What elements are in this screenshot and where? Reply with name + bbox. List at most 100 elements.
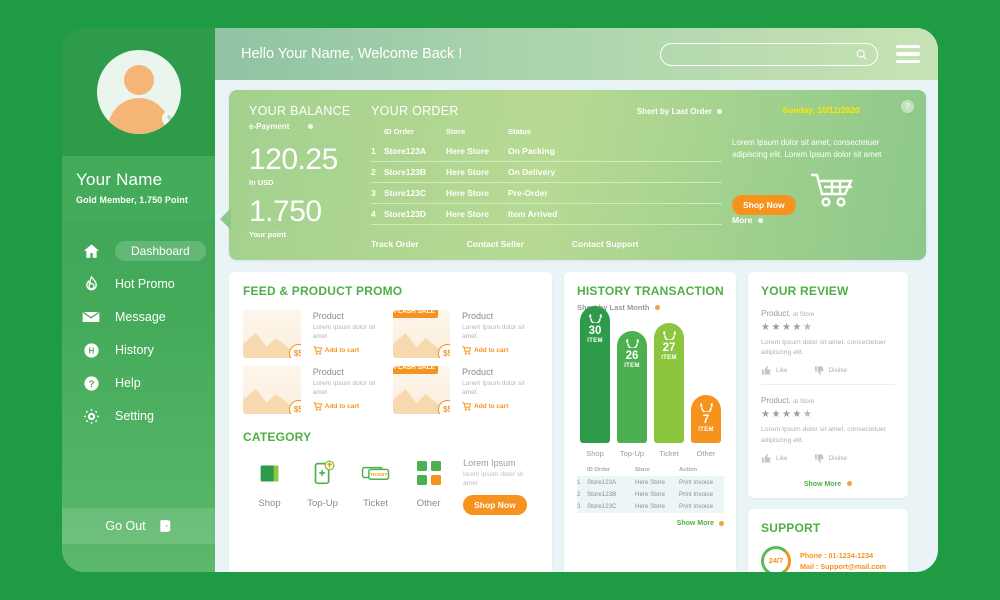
chevron-down-icon[interactable] (847, 480, 853, 486)
history-show-more-button[interactable]: Show More (577, 520, 724, 527)
question-mark-icon[interactable]: ? (901, 100, 914, 113)
category-item-shop[interactable]: Shop (243, 456, 296, 509)
balance-title: YOUR BALANCE (249, 104, 351, 118)
review-product-name: Product, (761, 396, 791, 406)
table-row[interactable]: 3 Store123C Here Store Pre-Order (371, 182, 722, 204)
hamburger-menu-button[interactable] (896, 41, 920, 67)
print-invoice-link[interactable]: Print Invoice (679, 500, 724, 513)
table-row[interactable]: 3 Store123C Here Store Print Invoice (577, 500, 724, 513)
greeting-text: Hello Your Name, Welcome Back ! (241, 46, 463, 62)
sidebar-item-dashboard[interactable]: Dashboard (62, 235, 215, 267)
logout-button[interactable]: Go Out (62, 508, 215, 544)
star-icon[interactable]: ★ (761, 322, 771, 333)
category-item-other[interactable]: Other (402, 456, 455, 509)
table-row[interactable]: 4 Store123D Here Store Item Arrived (371, 203, 722, 225)
support-availability-badge: 24/7 (761, 545, 791, 572)
list-item[interactable]: FLASH SALE $5 Product Lorem Ipsum dolor … (393, 310, 535, 358)
promo-date: Sunday, 10/12/2020 (782, 105, 860, 115)
review-show-more-button[interactable]: Show More (761, 480, 895, 488)
print-invoice-link[interactable]: Print Invoice (679, 476, 724, 489)
product-desc: Lorem Ipsum dolor sit amet. (462, 324, 525, 341)
chevron-down-icon[interactable] (719, 520, 724, 526)
orders-col-store: Store (446, 127, 466, 136)
table-row[interactable]: 2 Store123B Here Store On Delivery (371, 161, 722, 183)
sidebar-item-setting[interactable]: Setting (62, 400, 215, 432)
review-store-name: at Store (793, 399, 815, 406)
star-icon[interactable]: ★ (782, 322, 792, 333)
table-row[interactable]: 1 Store123A Here Store On Packing (371, 141, 722, 162)
order-column: YOUR ORDER Short by Last Order ID Order … (367, 104, 722, 260)
history-transaction-card: HISTORY TRANSACTION Short by Last Month (564, 272, 736, 572)
avatar-edit-icon[interactable]: ✎ (161, 110, 179, 127)
star-icon[interactable]: ★ (792, 409, 802, 420)
star-icon[interactable]: ★ (803, 322, 813, 333)
chart-bar-other[interactable]: 7 ITEM (691, 395, 721, 443)
product-desc: Lorem Ipsum dolor sit amet (312, 324, 376, 341)
category-item-topup[interactable]: Top-Up (296, 456, 349, 509)
search-icon[interactable] (855, 48, 868, 61)
table-row[interactable]: 1 Store123A Here Store Print Invoice (577, 476, 724, 489)
sidebar-label-dashboard: Dashboard (115, 241, 206, 261)
balance-points: 1.750 (249, 195, 322, 228)
chevron-down-icon[interactable] (758, 217, 764, 223)
balance-dropdown-icon[interactable] (307, 124, 313, 129)
chart-value: 27 (662, 342, 676, 354)
add-to-cart-button[interactable]: Add to cart (462, 346, 535, 355)
promo-more-link[interactable]: More (732, 215, 910, 225)
sidebar-item-help[interactable]: ? Help (62, 367, 215, 399)
star-icon[interactable]: ★ (771, 409, 781, 420)
chart-bar-topup[interactable]: 26 ITEM (617, 331, 647, 443)
chart-bar-shop[interactable]: 30 ITEM (580, 306, 610, 443)
list-item[interactable]: $5 Product Lorem Ipsum dolor sit amet Ad… (243, 310, 385, 358)
track-order-link[interactable]: Track Order (371, 239, 419, 249)
contact-support-link[interactable]: Contact Support (572, 239, 639, 249)
star-icon[interactable]: ★ (792, 322, 802, 333)
orders-col-index (371, 127, 384, 141)
star-icon[interactable]: ★ (761, 409, 771, 420)
avatar[interactable]: ✎ (96, 50, 181, 134)
product-name: Product (462, 367, 494, 377)
list-item[interactable]: $5 Product Lorem Ipsum dolor sit amet Ad… (243, 366, 385, 414)
search-box[interactable] (660, 42, 878, 66)
category-item-ticket[interactable]: TICKET Ticket (349, 456, 402, 509)
transaction-bar-chart: 30 ITEM Shop 26 ITEM Top-Up 27 ITEM Tick… (577, 306, 724, 458)
table-row[interactable]: 2 Store123B Here Store Print Invoice (577, 488, 724, 501)
star-icon[interactable]: ★ (782, 409, 792, 420)
price-badge: $5 (438, 344, 451, 358)
contact-seller-link[interactable]: Contact Seller (467, 239, 524, 249)
sidebar-nav: Dashboard Hot Promo Message H History ? … (62, 221, 215, 432)
star-rating[interactable]: ★★★★★ (761, 409, 895, 420)
category-shop-now-button[interactable]: Shop Now (463, 495, 527, 516)
history-col-action: Action (679, 467, 698, 473)
review-card: YOUR REVIEW Product, at Store ★★★★★ Lore… (748, 272, 908, 498)
add-to-cart-button[interactable]: Add to cart (313, 346, 385, 355)
dislike-button[interactable]: Dislike (814, 365, 848, 376)
search-input[interactable] (670, 48, 855, 60)
sidebar-item-history[interactable]: H History (62, 334, 215, 366)
cart-icon (462, 402, 472, 411)
dislike-label: Dislike (828, 367, 848, 375)
order-store: Here Store (446, 182, 508, 204)
sidebar-item-message[interactable]: Message (62, 301, 215, 333)
chevron-down-icon[interactable] (654, 305, 660, 310)
order-sort-control[interactable]: Short by Last Order (637, 107, 722, 116)
chart-bar-ticket[interactable]: 27 ITEM (654, 323, 684, 443)
print-invoice-link[interactable]: Print Invoice (679, 488, 724, 501)
thumbs-down-icon (814, 454, 824, 463)
order-index: 1 (371, 141, 384, 162)
list-item[interactable]: FLASH SALE $5 Product Lorem Ipsum dolor … (393, 366, 535, 414)
like-button[interactable]: Like (761, 365, 788, 376)
chart-value: 26 (625, 350, 639, 362)
star-icon[interactable]: ★ (771, 322, 781, 333)
sidebar-item-hot-promo[interactable]: Hot Promo (62, 268, 215, 300)
top-bar: Hello Your Name, Welcome Back ! (215, 28, 938, 80)
star-rating[interactable]: ★★★★★ (761, 322, 895, 333)
product-name: Product (312, 367, 344, 377)
like-button[interactable]: Like (761, 453, 788, 464)
shop-now-button[interactable]: Shop Now (732, 195, 796, 216)
add-to-cart-button[interactable]: Add to cart (462, 402, 535, 411)
chart-category-label: Shop (586, 449, 604, 458)
add-to-cart-button[interactable]: Add to cart (313, 402, 385, 411)
dislike-button[interactable]: Dislike (814, 453, 847, 464)
star-icon[interactable]: ★ (803, 409, 813, 420)
